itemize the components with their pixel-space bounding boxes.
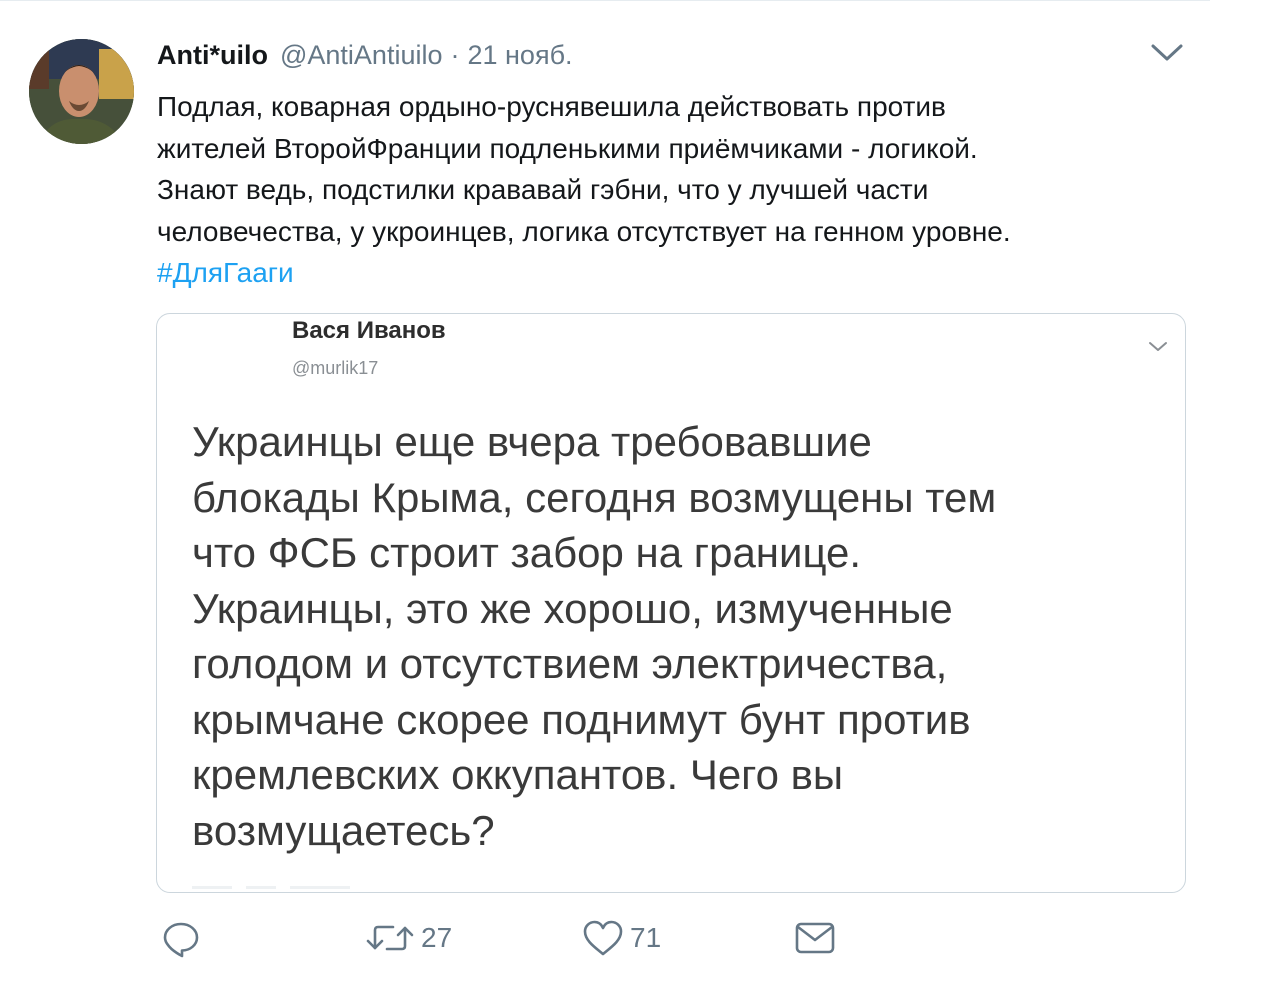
media-card[interactable]: Вася Иванов @murlik17 Украинцы еще вчера… [156, 313, 1186, 893]
quoted-author-handle: @murlik17 [292, 358, 379, 378]
tweet-text: Подлая, коварная ордыно-руснявешила дейс… [157, 86, 1197, 294]
hashtag-line: #ДляГааги [157, 252, 1197, 294]
reply-button[interactable] [161, 915, 201, 961]
quoted-text-line: Украинцы еще вчера требовавшие [192, 418, 872, 465]
separator-dot: · [450, 40, 460, 70]
chevron-down-icon [1151, 44, 1183, 61]
hashtag-link[interactable]: #ДляГааги [157, 252, 294, 294]
quoted-text-line: Украинцы, это же хорошо, измученные [192, 584, 953, 632]
more-options-button[interactable] [1150, 42, 1184, 64]
reply-icon [163, 922, 199, 958]
chevron-down-icon [1149, 342, 1167, 351]
tweet-text-line: Подлая, коварная ордыно-руснявешила дейс… [157, 91, 946, 122]
retweet-button[interactable]: 27 [365, 915, 452, 961]
timestamp[interactable]: 21 нояб. [467, 40, 572, 71]
quoted-text-line: блокады Крыма, сегодня возмущены тем [192, 473, 997, 521]
quoted-text-line: кремлевских оккупантов. Чего вы [192, 751, 844, 798]
tweet-text-line: жителей ВторойФранции подленькими приёмч… [157, 132, 978, 164]
author-handle[interactable]: @AntiAntiuilo [280, 40, 443, 71]
top-divider [0, 0, 1210, 1]
tweet-text-line: человечества, у укроинцев, логика отсутс… [157, 215, 1011, 247]
author-name[interactable]: Anti*uilo [157, 40, 268, 71]
tweet-header: Anti*uilo @AntiAntiuilo · 21 нояб. [157, 40, 573, 72]
like-count: 71 [630, 922, 662, 953]
quoted-text-line: возмущаетесь? [192, 806, 495, 854]
tweet-text-line: Знают ведь, подстилки крававай гэбни, чт… [157, 174, 929, 205]
quoted-text: Украинцы еще вчера требовавшие блокады К… [192, 414, 996, 858]
quoted-author-name: Вася Иванов [292, 317, 446, 344]
quoted-text-line: голодом и отсутствием электричества, [192, 640, 948, 687]
retweet-count: 27 [421, 922, 453, 953]
quoted-text-line: что ФСБ строит забор на границе. [192, 529, 862, 576]
tweet-actions: 27 71 [157, 915, 1057, 961]
envelope-icon [795, 922, 835, 954]
avatar[interactable] [29, 39, 134, 144]
avatar-image [29, 39, 134, 144]
direct-message-button[interactable] [794, 915, 836, 961]
like-button[interactable]: 71 [582, 915, 661, 961]
quoted-chevron [1147, 339, 1169, 355]
quoted-text-line: крымчане скорее поднимут бунт против [192, 695, 971, 743]
heart-icon [583, 920, 623, 956]
retweet-icon [366, 925, 414, 951]
cropped-footer [192, 880, 422, 892]
